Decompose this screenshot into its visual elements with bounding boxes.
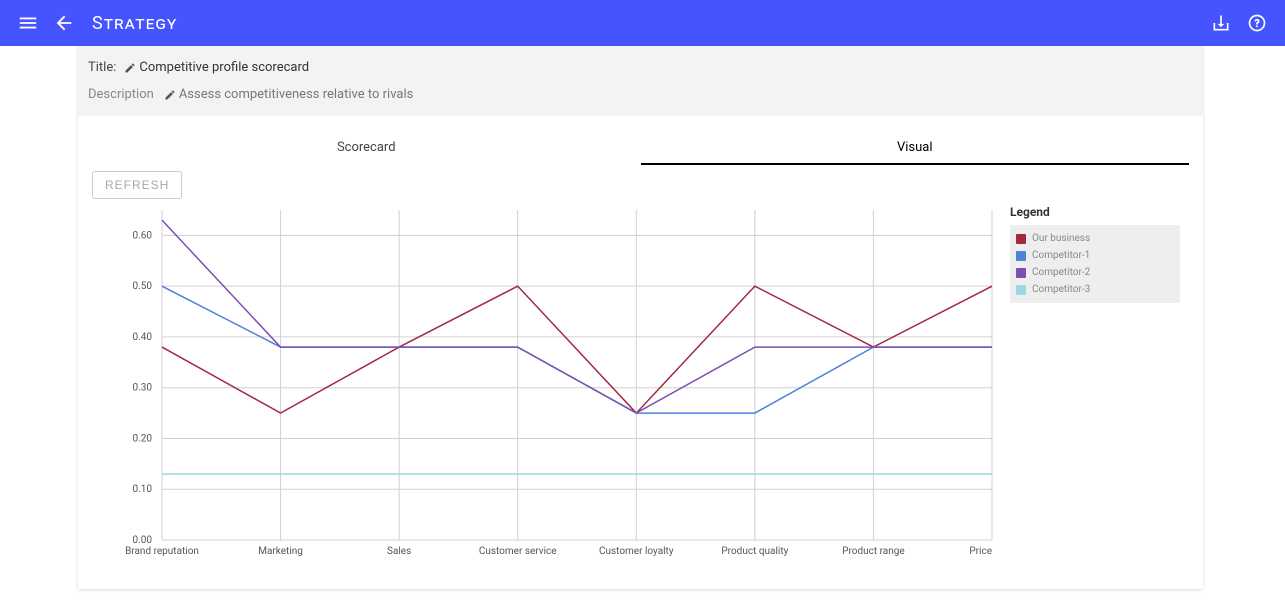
body-section: Scorecard Visual REFRESH 0.00 0.10 0.20 0.3… — [78, 116, 1203, 589]
help-icon[interactable] — [1239, 5, 1275, 41]
svg-text:Price: Price — [969, 546, 992, 557]
title-label: Title: — [88, 60, 116, 75]
svg-text:0.00: 0.00 — [133, 535, 153, 546]
export-icon[interactable] — [1203, 5, 1239, 41]
chart: 0.00 0.10 0.20 0.30 0.40 0.50 0.60 Brand reputa… — [92, 205, 1002, 565]
svg-text:0.50: 0.50 — [133, 281, 153, 292]
back-icon[interactable] — [46, 5, 82, 41]
tab-visual[interactable]: Visual — [641, 132, 1190, 165]
svg-text:0.40: 0.40 — [133, 332, 153, 343]
tabs: Scorecard Visual — [92, 132, 1189, 165]
svg-text:Product range: Product range — [842, 546, 905, 557]
legend-title: Legend — [1010, 205, 1180, 219]
page-title: Strategy — [92, 13, 177, 34]
svg-text:Marketing: Marketing — [258, 546, 303, 557]
title-value: Competitive profile scorecard — [139, 60, 309, 75]
title-row: Title: Competitive profile scorecard — [88, 60, 1193, 75]
legend-item[interactable]: Competitor-3 — [1016, 281, 1174, 298]
edit-description-icon[interactable] — [164, 89, 176, 101]
svg-text:Customer loyalty: Customer loyalty — [599, 546, 674, 557]
legend: Legend Our business Competitor-1 Competito… — [1010, 205, 1180, 303]
tab-scorecard[interactable]: Scorecard — [92, 132, 641, 165]
legend-label: Competitor-3 — [1032, 284, 1090, 295]
legend-item[interactable]: Competitor-2 — [1016, 264, 1174, 281]
svg-text:0.30: 0.30 — [133, 383, 153, 394]
legend-swatch — [1016, 268, 1026, 278]
description-value: Assess competitiveness relative to rival… — [179, 87, 414, 102]
svg-text:Customer service: Customer service — [479, 546, 557, 557]
refresh-button[interactable]: REFRESH — [92, 171, 182, 199]
svg-text:Product quality: Product quality — [721, 546, 788, 557]
content-card: Title: Competitive profile scorecard Des… — [78, 46, 1203, 589]
legend-swatch — [1016, 251, 1026, 261]
edit-title-icon[interactable] — [124, 62, 136, 74]
legend-label: Competitor-2 — [1032, 267, 1090, 278]
legend-item[interactable]: Our business — [1016, 230, 1174, 247]
appbar: Strategy — [0, 0, 1285, 46]
description-label: Description — [88, 87, 154, 102]
svg-text:0.20: 0.20 — [133, 433, 153, 444]
svg-text:0.10: 0.10 — [133, 484, 153, 495]
menu-icon[interactable] — [10, 5, 46, 41]
description-row: Description Assess competitiveness relat… — [88, 87, 1193, 102]
svg-text:0.60: 0.60 — [133, 230, 153, 241]
legend-swatch — [1016, 234, 1026, 244]
legend-label: Our business — [1032, 233, 1090, 244]
legend-item[interactable]: Competitor-1 — [1016, 247, 1174, 264]
legend-label: Competitor-1 — [1032, 250, 1090, 261]
legend-swatch — [1016, 285, 1026, 295]
svg-text:Sales: Sales — [387, 546, 411, 557]
svg-text:Brand reputation: Brand reputation — [125, 546, 199, 557]
meta-section: Title: Competitive profile scorecard Des… — [78, 46, 1203, 116]
